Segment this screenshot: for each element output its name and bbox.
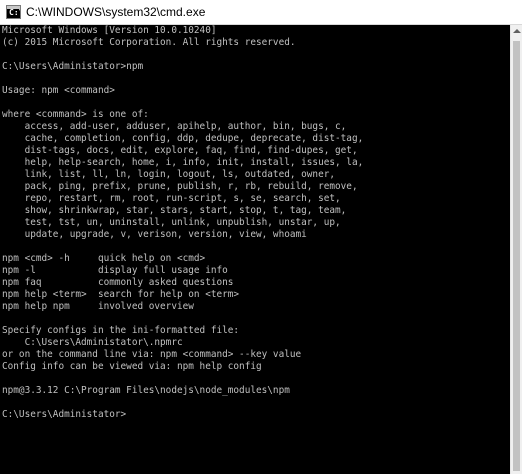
console-line: C:\Users\Administator\.npmrc <box>2 337 183 348</box>
console-line: npm faq commonly asked questions <box>2 277 234 288</box>
console-output[interactable]: Microsoft Windows [Version 10.0.10240] (c… <box>0 25 510 474</box>
console-line: C:\Users\Administator> <box>2 409 127 420</box>
console-text: Microsoft Windows [Version 10.0.10240] (c… <box>0 25 510 421</box>
console-line: Specify configs in the ini-formatted fil… <box>2 325 240 336</box>
console-line: link, list, ll, ln, login, logout, ls, o… <box>2 169 336 180</box>
scroll-thumb[interactable] <box>513 41 520 471</box>
console-line: show, shrinkwrap, star, stars, start, st… <box>2 205 347 216</box>
console-line: C:\Users\Administator>npm <box>2 61 144 72</box>
window-title: C:\WINDOWS\system32\cmd.exe <box>26 5 206 19</box>
console-line: cache, completion, config, ddp, dedupe, … <box>2 133 364 144</box>
cmd-icon-glyph: C:\ <box>9 8 20 17</box>
console-line: repo, restart, rm, root, run-script, s, … <box>2 193 341 204</box>
console-line: Microsoft Windows [Version 10.0.10240] <box>2 25 217 36</box>
console-line: npm help <term> search for help on <term… <box>2 289 240 300</box>
console-line: Usage: npm <command> <box>2 85 115 96</box>
console-line: dist-tags, docs, edit, explore, faq, fin… <box>2 145 358 156</box>
cmd-window: C:\ C:\WINDOWS\system32\cmd.exe Microsof… <box>0 0 522 474</box>
console-line: where <command> is one of: <box>2 109 149 120</box>
console-line: help, help-search, home, i, info, init, … <box>2 157 364 168</box>
console-line: update, upgrade, v, verison, version, vi… <box>2 229 307 240</box>
title-bar[interactable]: C:\ C:\WINDOWS\system32\cmd.exe <box>0 0 522 25</box>
console-line: npm help npm involved overview <box>2 301 194 312</box>
console-line: or on the command line via: npm <command… <box>2 349 302 360</box>
cmd-icon[interactable]: C:\ <box>6 5 21 19</box>
vertical-scrollbar[interactable] <box>510 25 522 474</box>
console-line: npm <cmd> -h quick help on <cmd> <box>2 253 206 264</box>
console-line: test, tst, un, uninstall, unlink, unpubl… <box>2 217 341 228</box>
console-line: npm -l display full usage info <box>2 265 228 276</box>
console-line: access, add-user, adduser, apihelp, auth… <box>2 121 347 132</box>
console-line: pack, ping, prefix, prune, publish, r, r… <box>2 181 358 192</box>
console-line: (c) 2015 Microsoft Corporation. All righ… <box>2 37 296 48</box>
scroll-up-arrow-icon[interactable] <box>513 29 521 33</box>
console-line: npm@3.3.12 C:\Program Files\nodejs\node_… <box>2 385 290 396</box>
console-line: Config info can be viewed via: npm help … <box>2 361 262 372</box>
